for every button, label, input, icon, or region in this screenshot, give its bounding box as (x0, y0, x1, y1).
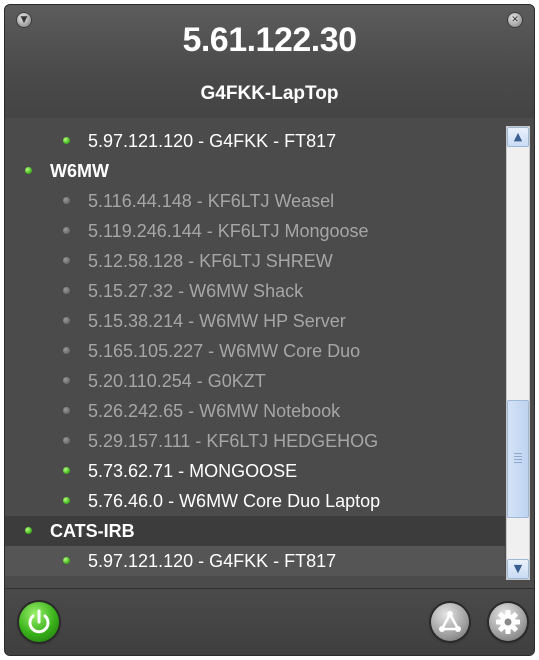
gear-icon (496, 610, 520, 634)
network-icon (439, 611, 461, 632)
peer-label: 5.119.246.144 - KF6LTJ Mongoose (88, 221, 369, 241)
list-item[interactable]: 5.165.105.227 - W6MW Core Duo (5, 336, 505, 366)
peer-label: 5.116.44.148 - KF6LTJ Weasel (88, 191, 335, 211)
group-label: CATS-IRB (50, 521, 135, 541)
peer-label: 5.26.242.65 - W6MW Notebook (88, 401, 341, 421)
power-icon (28, 609, 50, 634)
list-item[interactable]: 5.97.121.120 - G4FKK - FT817 (5, 126, 505, 156)
list-item[interactable]: 5.73.62.71 - MONGOOSE (5, 456, 505, 486)
peer-label: 5.20.110.254 - G0KZT (88, 371, 266, 391)
status-online-icon (63, 556, 70, 564)
list-item[interactable]: 5.15.27.32 - W6MW Shack (5, 276, 505, 306)
footer-toolbar (5, 589, 534, 655)
peer-label: 5.12.58.128 - KF6LTJ SHREW (88, 251, 333, 271)
list-item[interactable]: 5.119.246.144 - KF6LTJ Mongoose (5, 216, 505, 246)
list-item[interactable]: 5.97.121.120 - G4FKK - FT817 (5, 546, 505, 576)
group-label: W6MW (50, 161, 109, 181)
status-offline-icon (63, 436, 70, 444)
network-button[interactable] (431, 603, 469, 641)
header: ▼ ✕ 5.61.122.30 G4FKK-LapTop (5, 5, 534, 119)
scroll-down-button[interactable]: ▼ (507, 559, 529, 579)
group-header[interactable]: W6MW (5, 156, 505, 186)
status-online-icon (25, 166, 32, 174)
status-offline-icon (63, 346, 70, 354)
status-offline-icon (63, 256, 70, 264)
list-item[interactable]: 5.76.46.0 - W6MW Core Duo Laptop (5, 486, 505, 516)
list-item[interactable]: 5.29.157.111 - KF6LTJ HEDGEHOG (5, 426, 505, 456)
peer-label: 5.97.121.120 - G4FKK - FT817 (88, 131, 337, 151)
status-offline-icon (63, 316, 70, 324)
status-offline-icon (63, 406, 70, 414)
grip-icon (514, 452, 522, 463)
status-online-icon (63, 466, 70, 474)
scroll-up-button[interactable]: ▲ (507, 127, 529, 147)
list-item[interactable]: 5.116.44.148 - KF6LTJ Weasel (5, 186, 505, 216)
peer-list-panel: 5.97.121.120 - G4FKK - FT817 W6MW 5.116.44… (5, 118, 534, 589)
peer-label: 5.76.46.0 - W6MW Core Duo Laptop (88, 491, 381, 511)
peer-label: 5.97.121.120 - G4FKK - FT817 (88, 551, 337, 571)
group-header[interactable]: CATS-IRB (5, 516, 505, 546)
peer-label: 5.29.157.111 - KF6LTJ HEDGEHOG (88, 431, 379, 451)
hostname: G4FKK-LapTop (200, 83, 339, 104)
status-offline-icon (63, 196, 70, 204)
list-item[interactable]: 5.20.110.254 - G0KZT (5, 366, 505, 396)
list-item[interactable]: 5.15.38.214 - W6MW HP Server (5, 306, 505, 336)
app-window: ▼ ✕ 5.61.122.30 G4FKK-LapTop 5.97.121.12… (4, 4, 535, 656)
settings-button[interactable] (489, 603, 527, 641)
peer-list: 5.97.121.120 - G4FKK - FT817 W6MW 5.116.44… (5, 126, 505, 576)
power-button[interactable] (19, 602, 59, 642)
peer-label: 5.73.62.71 - MONGOOSE (88, 461, 298, 481)
peer-label: 5.165.105.227 - W6MW Core Duo (88, 341, 361, 361)
vertical-scrollbar[interactable]: ▲ ▼ (506, 126, 530, 580)
status-online-icon (63, 496, 70, 504)
status-offline-icon (63, 376, 70, 384)
peer-label: 5.15.27.32 - W6MW Shack (88, 281, 304, 301)
status-online-icon (25, 526, 32, 534)
peer-label: 5.15.38.214 - W6MW HP Server (88, 311, 346, 331)
ip-address: 5.61.122.30 (182, 21, 357, 59)
scroll-thumb[interactable] (507, 399, 529, 518)
status-offline-icon (63, 286, 70, 294)
status-online-icon (63, 136, 70, 144)
status-offline-icon (63, 226, 70, 234)
list-item[interactable]: 5.26.242.65 - W6MW Notebook (5, 396, 505, 426)
list-item[interactable]: 5.12.58.128 - KF6LTJ SHREW (5, 246, 505, 276)
